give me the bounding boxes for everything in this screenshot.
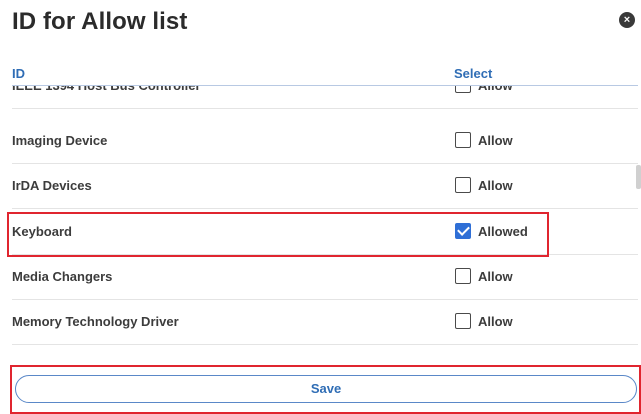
allow-checkbox-label[interactable]: Allow <box>478 164 513 208</box>
device-name: Media Changers <box>12 269 113 284</box>
list-item: Imaging Device Allow <box>12 119 638 164</box>
column-header-select[interactable]: Select <box>454 66 492 81</box>
list-item: Memory Technology Driver Allow <box>12 300 638 345</box>
device-list[interactable]: IEEE 1394 Host Bus Controller Allow Imag… <box>0 86 641 346</box>
device-name: IEEE 1394 Host Bus Controller <box>12 86 201 108</box>
allow-checkbox[interactable] <box>455 86 471 93</box>
allow-list-dialog: ID for Allow list × ID Select IEEE 1394 … <box>0 0 641 414</box>
device-name: Memory Technology Driver <box>12 314 179 329</box>
dialog-title: ID for Allow list <box>12 8 188 35</box>
allow-checkbox-label[interactable]: Allow <box>478 300 513 344</box>
device-name: Keyboard <box>12 224 72 239</box>
device-name: Imaging Device <box>12 133 108 148</box>
list-item: Media Changers Allow <box>12 255 638 300</box>
allow-checkbox-label[interactable]: Allow <box>478 255 513 299</box>
allow-checkbox[interactable] <box>455 313 471 329</box>
allow-checkbox[interactable] <box>455 132 471 148</box>
device-name: IrDA Devices <box>12 178 92 193</box>
list-item: IrDA Devices Allow <box>12 164 638 209</box>
allow-checkbox-label[interactable]: Allow <box>478 119 513 163</box>
column-header-id[interactable]: ID <box>12 66 25 81</box>
allow-checkbox[interactable] <box>455 268 471 284</box>
list-item: IEEE 1394 Host Bus Controller Allow <box>12 86 638 109</box>
list-item-keyboard: Keyboard Allowed <box>12 210 638 255</box>
allow-checkbox[interactable] <box>455 177 471 193</box>
allow-checkbox-label[interactable]: Allow <box>478 86 513 108</box>
checkmark-icon[interactable] <box>455 223 471 239</box>
save-button[interactable]: Save <box>15 375 637 403</box>
allowed-checkbox-label[interactable]: Allowed <box>478 210 528 254</box>
list-scrollbar[interactable] <box>636 165 641 189</box>
close-icon[interactable]: × <box>619 12 635 28</box>
